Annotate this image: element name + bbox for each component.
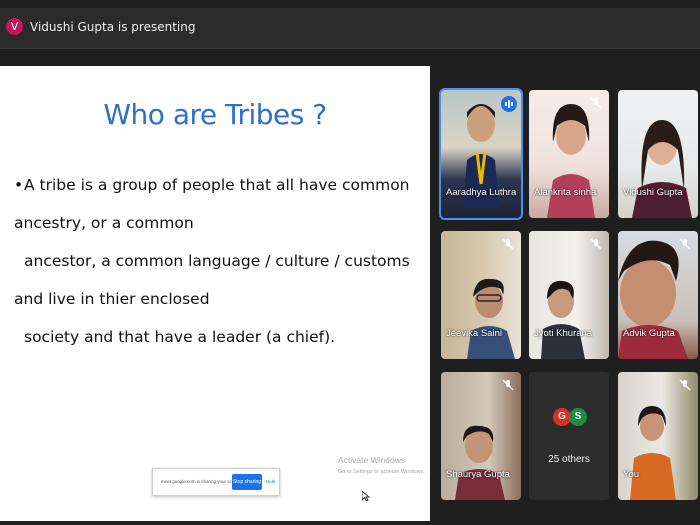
watermark-title: Activate Windows (338, 455, 406, 465)
participant-name: Alankrita sinha (534, 187, 597, 198)
participant-name: Jyoti Khurana (534, 328, 593, 339)
mic-muted-icon (590, 97, 602, 109)
participant-name: Shaurya Gupta (446, 469, 510, 480)
presenter-avatar: V (6, 18, 23, 35)
other-avatar-s: S (569, 408, 587, 426)
participant-tile-jyoti[interactable]: Jyoti Khurana (529, 231, 609, 359)
mic-muted-icon (679, 238, 691, 250)
participant-video-icon (455, 425, 505, 500)
watermark-subtitle: Go to Settings to activate Windows. (338, 469, 425, 475)
participant-tile-vidushi[interactable]: Vidushi Gupta (618, 90, 698, 218)
participant-video-icon (547, 104, 595, 218)
participant-name: Vidushi Gupta (623, 187, 683, 198)
bullet-marker: • (14, 176, 24, 194)
mic-muted-icon (502, 238, 514, 250)
participant-name: Jeevika Saini (446, 328, 502, 339)
participant-video-icon (630, 406, 676, 500)
shared-screen: Who are Tribes ? •A tribe is a group of … (0, 66, 430, 521)
presenter-bar: V Vidushi Gupta is presenting (0, 8, 700, 49)
bullet-line-2: ancestor, a common language / culture / … (14, 252, 410, 308)
participant-video-icon (541, 280, 585, 359)
mouse-cursor-icon (362, 491, 370, 501)
mic-muted-icon (502, 379, 514, 391)
mic-muted-icon (679, 379, 691, 391)
activate-windows-watermark: Activate Windows Go to Settings to activ… (338, 454, 425, 478)
screen-share-notification: meet.google.com is sharing your screen. … (152, 468, 280, 496)
participant-video-icon (632, 120, 692, 218)
mic-muted-icon (590, 238, 602, 250)
participant-name: Aaradhya Luthra (446, 187, 517, 198)
participant-video-icon (467, 278, 515, 359)
participant-tile-aaradhya[interactable]: Aaradhya Luthra (439, 88, 523, 220)
participant-tile-advik[interactable]: Advik Gupta (618, 231, 698, 359)
slide-bullet: •A tribe is a group of people that all h… (14, 166, 424, 356)
hide-button[interactable]: Hide (266, 479, 275, 484)
bullet-line-1: A tribe is a group of people that all ha… (14, 176, 410, 232)
participant-name: Advik Gupta (623, 328, 675, 339)
presenting-status: Vidushi Gupta is presenting (30, 20, 196, 34)
others-count: 25 others (548, 454, 590, 465)
others-tile[interactable]: G S 25 others (529, 372, 609, 500)
share-message: meet.google.com is sharing your screen. (161, 479, 243, 484)
participant-tile-shaurya[interactable]: Shaurya Gupta (441, 372, 521, 500)
bullet-line-3: society and that have a leader (a chief)… (24, 328, 336, 346)
participant-name: You (623, 469, 640, 480)
participant-tile-jeevika[interactable]: Jeevika Saini (441, 231, 521, 359)
participant-tile-alankrita[interactable]: Alankrita sinha (529, 90, 609, 218)
stop-sharing-button[interactable]: Stop sharing (232, 474, 262, 490)
slide-title: Who are Tribes ? (103, 98, 327, 131)
speaking-icon (501, 96, 517, 112)
participant-tile-you[interactable]: You (618, 372, 698, 500)
